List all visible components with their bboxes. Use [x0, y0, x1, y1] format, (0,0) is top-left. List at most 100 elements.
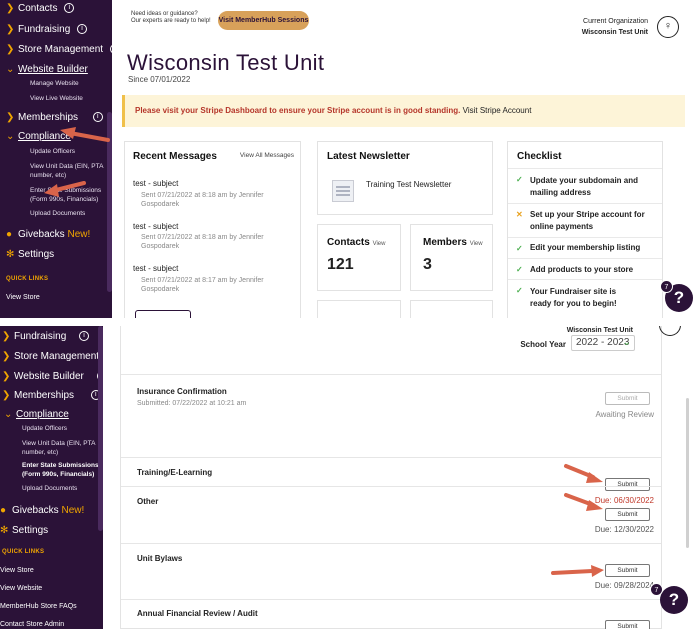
members-view-link[interactable]: View [470, 241, 483, 247]
checklist-title: Checklist [517, 151, 562, 162]
submission-row: Insurance Confirmation Submitted: 07/22/… [121, 374, 661, 457]
newsletter-name[interactable]: Training Test Newsletter [366, 180, 451, 189]
sidebar-item-memberships[interactable]: ❯ Memberships i [2, 390, 105, 401]
checkmark-icon: ✓ [516, 265, 523, 274]
stats-card [410, 300, 493, 318]
quick-link-view-website[interactable]: View Website [0, 585, 42, 592]
sidebar-scrollbar[interactable] [98, 326, 103, 531]
quick-links-heading: QUICK LINKS [6, 276, 49, 282]
quick-link-store-faqs[interactable]: MemberHub Store FAQs [0, 603, 77, 610]
sidebar-subitem-upload-documents[interactable]: Upload Documents [0, 484, 103, 493]
user-avatar-icon[interactable] [659, 326, 681, 336]
help-button[interactable]: ? [660, 586, 688, 614]
chevron-down-icon: ⌄ [6, 131, 15, 142]
sidebar-subitem-view-unit-data[interactable]: View Unit Data (EIN, PTA number, etc) [0, 439, 103, 457]
visit-memberhub-sessions-button[interactable]: Visit MemberHub Sessions [218, 11, 309, 30]
givebacks-icon: ● [6, 229, 13, 240]
sidebar-item-compliance[interactable]: ⌄ Compliance [6, 131, 118, 142]
submit-button[interactable]: Submit [605, 392, 650, 405]
sidebar-item-fundraising[interactable]: ❯ Fundraising i [6, 24, 118, 35]
sidebar-item-givebacks[interactable]: ● Givebacks New! [6, 229, 118, 240]
chevron-right-icon: ❯ [6, 112, 15, 123]
info-icon[interactable]: i [102, 351, 113, 362]
checkmark-icon: ✓ [516, 175, 523, 184]
chevron-right-icon: ❯ [6, 24, 15, 35]
info-icon[interactable]: i [77, 24, 88, 35]
checklist-item[interactable]: ✓ Your Fundraiser site is ready for you t… [508, 279, 662, 318]
due-date: Due: 09/28/2024 [594, 581, 654, 590]
sidebar-item-store-management[interactable]: ❯ Store Management i [6, 44, 120, 55]
quick-link-contact-store-admin[interactable]: Contact Store Admin [0, 621, 64, 628]
checklist-item[interactable]: ✓ Edit your membership listing [508, 237, 662, 258]
contacts-title: Contacts [327, 237, 370, 248]
stats-card [317, 300, 401, 318]
latest-newsletter-card: Latest Newsletter Training Test Newslett… [317, 141, 493, 215]
sidebar-subitem-manage-website[interactable]: Manage Website [0, 79, 112, 88]
quick-link-view-store[interactable]: View Store [0, 567, 34, 574]
message-meta: Sent 07/21/2022 at 8:17 am by Jennifer G… [141, 277, 264, 293]
sidebar-item-memberships[interactable]: ❯ Memberships i [6, 112, 118, 123]
chevron-right-icon: ❯ [2, 390, 11, 401]
recent-messages-title: Recent Messages [133, 151, 217, 162]
checklist-item[interactable]: ✕ Set up your Stripe account for online p… [508, 203, 662, 237]
sidebar-item-compliance[interactable]: ⌄ Compliance [4, 409, 107, 420]
dashboard-screenshot: ❯ Contacts i ❯ Fundraising i ❯ Store Manage… [0, 0, 693, 318]
submit-button[interactable]: Submit [605, 508, 650, 521]
gear-icon: ✻ [0, 525, 9, 536]
sidebar-item-givebacks[interactable]: ● Givebacks New! [0, 505, 103, 516]
sidebar-item-settings[interactable]: ✻ Settings [6, 249, 118, 260]
checklist-item[interactable]: ✓ Add products to your store [508, 258, 662, 279]
latest-newsletter-title: Latest Newsletter [327, 151, 410, 162]
visit-stripe-account-link[interactable]: Visit Stripe Account [463, 106, 532, 115]
info-icon[interactable]: i [92, 112, 103, 123]
school-year-select[interactable]: 2022 - 2023 ⌄ [571, 335, 635, 351]
sidebar-subitem-view-unit-data[interactable]: View Unit Data (EIN, PTA number, etc) [0, 162, 112, 180]
info-icon[interactable]: i [109, 44, 120, 55]
info-icon[interactable]: i [79, 331, 90, 342]
sidebar-subitem-update-officers[interactable]: Update Officers [0, 424, 103, 433]
page-title: Wisconsin Test Unit [127, 50, 325, 75]
submission-title: Unit Bylaws [137, 554, 183, 563]
help-tip: Need ideas or guidance? Our experts are … [131, 11, 211, 24]
chevron-down-icon: ⌄ [622, 337, 631, 348]
sidebar-item-website-builder[interactable]: ⌄ Website Builder [6, 64, 118, 75]
message-subject[interactable]: test - subject [133, 179, 178, 188]
view-all-messages-link[interactable]: View All Messages [240, 152, 294, 159]
recent-messages-card: Recent Messages View All Messages test -… [124, 141, 301, 318]
chevron-right-icon: ❯ [6, 44, 15, 55]
chevron-right-icon: ❯ [2, 331, 11, 342]
chevron-down-icon: ⌄ [6, 64, 15, 75]
message-subject[interactable]: test - subject [133, 222, 178, 231]
sidebar-item-store-management[interactable]: ❯ Store Management i [2, 351, 113, 362]
sidebar-subitem-upload-documents[interactable]: Upload Documents [0, 209, 112, 218]
info-icon[interactable]: i [64, 3, 75, 14]
message-subject[interactable]: test - subject [133, 264, 178, 273]
sidebar-item-website-builder[interactable]: ❯Website Builder i [2, 371, 107, 382]
contacts-count: 121 [327, 256, 354, 273]
checklist-item[interactable]: ✓ Update your subdomain and mailing addre… [508, 168, 662, 203]
page-scrollbar[interactable] [686, 398, 689, 548]
submission-title: Annual Financial Review / Audit [137, 609, 258, 618]
school-year-label: School Year [520, 340, 566, 349]
sidebar-subitem-update-officers[interactable]: Update Officers [0, 147, 112, 156]
newsletter-thumbnail-icon[interactable] [332, 180, 354, 202]
submit-button[interactable]: Submit [605, 564, 650, 577]
sidebar: ❯ Fundraising i ❯ Store Management i ❯ Webs… [0, 326, 113, 629]
contacts-view-link[interactable]: View [373, 241, 386, 247]
current-organization: Current Organization Wisconsin Test Unit [581, 18, 648, 36]
user-avatar-icon[interactable]: ♀ [657, 16, 679, 38]
submit-button[interactable]: Submit [605, 620, 650, 629]
compliance-screenshot: ❯ Fundraising i ❯ Store Management i ❯ Webs… [0, 326, 693, 629]
sidebar-subitem-enter-state-submissions[interactable]: Enter State Submissions (Form 990s, Fina… [0, 186, 112, 204]
givebacks-icon: ● [0, 505, 7, 516]
state-submissions-panel: Wisconsin Test Unit School Year 2022 - 2… [120, 326, 662, 629]
more-messages-button[interactable] [135, 310, 191, 318]
sidebar-item-contacts[interactable]: ❯ Contacts i [6, 3, 118, 14]
sidebar-subitem-enter-state-submissions[interactable]: Enter State Submissions (Form 990s, Fina… [0, 461, 103, 479]
quick-link-view-store[interactable]: View Store [6, 294, 40, 301]
sidebar-item-fundraising[interactable]: ❯ Fundraising i [2, 331, 105, 342]
sidebar-item-settings[interactable]: ✻ Settings [0, 525, 103, 536]
submission-row: Annual Financial Review / Audit Submit [121, 599, 661, 629]
sidebar-subitem-view-live-website[interactable]: View Live Website [0, 94, 112, 103]
sidebar-scrollbar[interactable] [107, 112, 112, 292]
